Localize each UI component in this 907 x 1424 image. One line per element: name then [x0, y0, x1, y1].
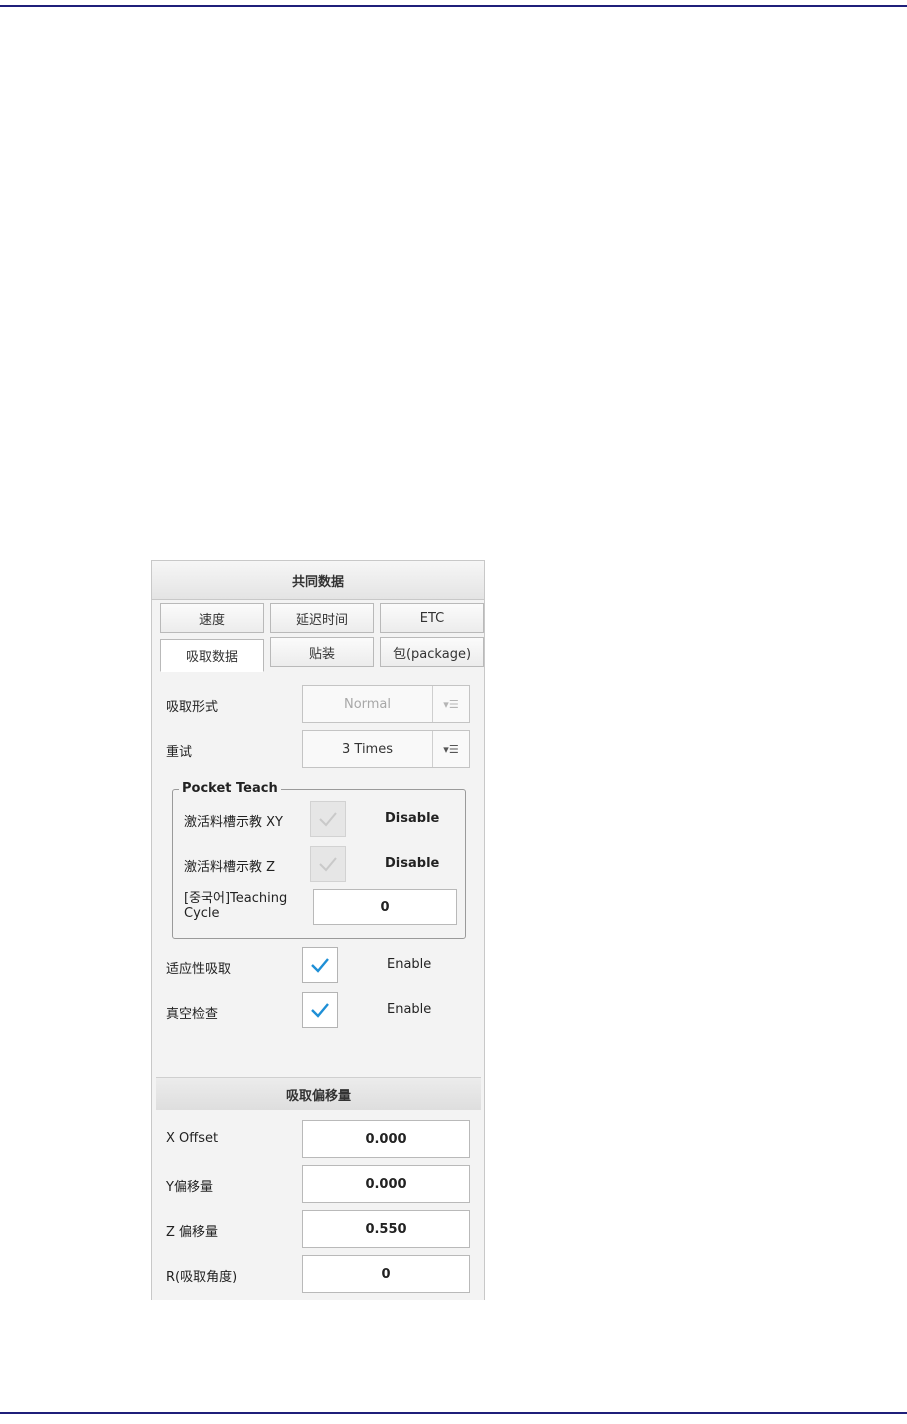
y-offset-input[interactable]: 0.000 [302, 1165, 470, 1203]
checkmark-icon [319, 812, 337, 827]
x-offset-input[interactable]: 0.000 [302, 1120, 470, 1158]
z-offset-label: Z 偏移量 [166, 1225, 219, 1240]
dropdown-list-icon: ▾☰ [443, 697, 459, 711]
activate-pocket-teach-z-state: Disable [385, 856, 440, 871]
activate-pocket-teach-z-checkbox[interactable] [310, 846, 346, 882]
tab-pickup-data[interactable]: 吸取数据 [160, 639, 264, 672]
retry-label: 重试 [166, 745, 193, 760]
pocket-teach-title: Pocket Teach [179, 781, 281, 796]
vacuum-check-state: Enable [387, 1002, 432, 1017]
teaching-cycle-input[interactable]: 0 [313, 889, 457, 925]
activate-pocket-teach-xy-label: 激活料槽示教 XY [184, 815, 283, 830]
retry-dropdown[interactable]: 3 Times ▾☰ [302, 730, 470, 768]
panel-title: 共同数据 [152, 561, 484, 600]
pickup-data-panel: 共同数据 速度 延迟时间 ETC 吸取数据 贴装 包(package) 吸取形式… [151, 560, 485, 1300]
tab-delay-time[interactable]: 延迟时间 [270, 603, 374, 633]
tab-placement[interactable]: 贴装 [270, 637, 374, 667]
teaching-cycle-label: [중국어]Teaching Cycle [184, 891, 287, 921]
checkmark-icon [311, 958, 329, 973]
dropdown-list-icon[interactable]: ▾☰ [433, 731, 469, 767]
adaptive-pickup-label: 适应性吸取 [166, 962, 232, 977]
adaptive-pickup-checkbox[interactable] [302, 947, 338, 983]
page-top-rule [0, 5, 907, 7]
retry-value: 3 Times [303, 731, 433, 767]
page-bottom-rule [0, 1412, 907, 1414]
pickup-offset-section-title: 吸取偏移量 [156, 1077, 481, 1110]
pickup-type-label: 吸取形式 [166, 700, 219, 715]
r-pickup-angle-input[interactable]: 0 [302, 1255, 470, 1293]
vacuum-check-label: 真空检查 [166, 1007, 219, 1022]
activate-pocket-teach-z-label: 激活料槽示教 Z [184, 860, 276, 875]
vacuum-check-checkbox[interactable] [302, 992, 338, 1028]
y-offset-label: Y偏移量 [166, 1180, 213, 1195]
pickup-type-dropdown: Normal ▾☰ [302, 685, 470, 723]
tab-speed[interactable]: 速度 [160, 603, 264, 633]
teaching-cycle-label-line1: [중국어]Teaching [184, 891, 288, 906]
z-offset-input[interactable]: 0.550 [302, 1210, 470, 1248]
teaching-cycle-label-line2: Cycle [184, 906, 220, 921]
pocket-teach-group: Pocket Teach 激活料槽示教 XY Disable 激活料槽示教 Z … [172, 781, 466, 939]
activate-pocket-teach-xy-state: Disable [385, 811, 440, 826]
checkmark-icon [319, 857, 337, 872]
tab-package[interactable]: 包(package) [380, 637, 484, 667]
x-offset-label: X Offset [166, 1131, 219, 1146]
r-pickup-angle-label: R(吸取角度) [166, 1270, 238, 1285]
checkmark-icon [311, 1003, 329, 1018]
adaptive-pickup-state: Enable [387, 957, 432, 972]
tab-etc[interactable]: ETC [380, 603, 484, 633]
activate-pocket-teach-xy-checkbox[interactable] [310, 801, 346, 837]
pickup-type-value: Normal [303, 686, 433, 722]
